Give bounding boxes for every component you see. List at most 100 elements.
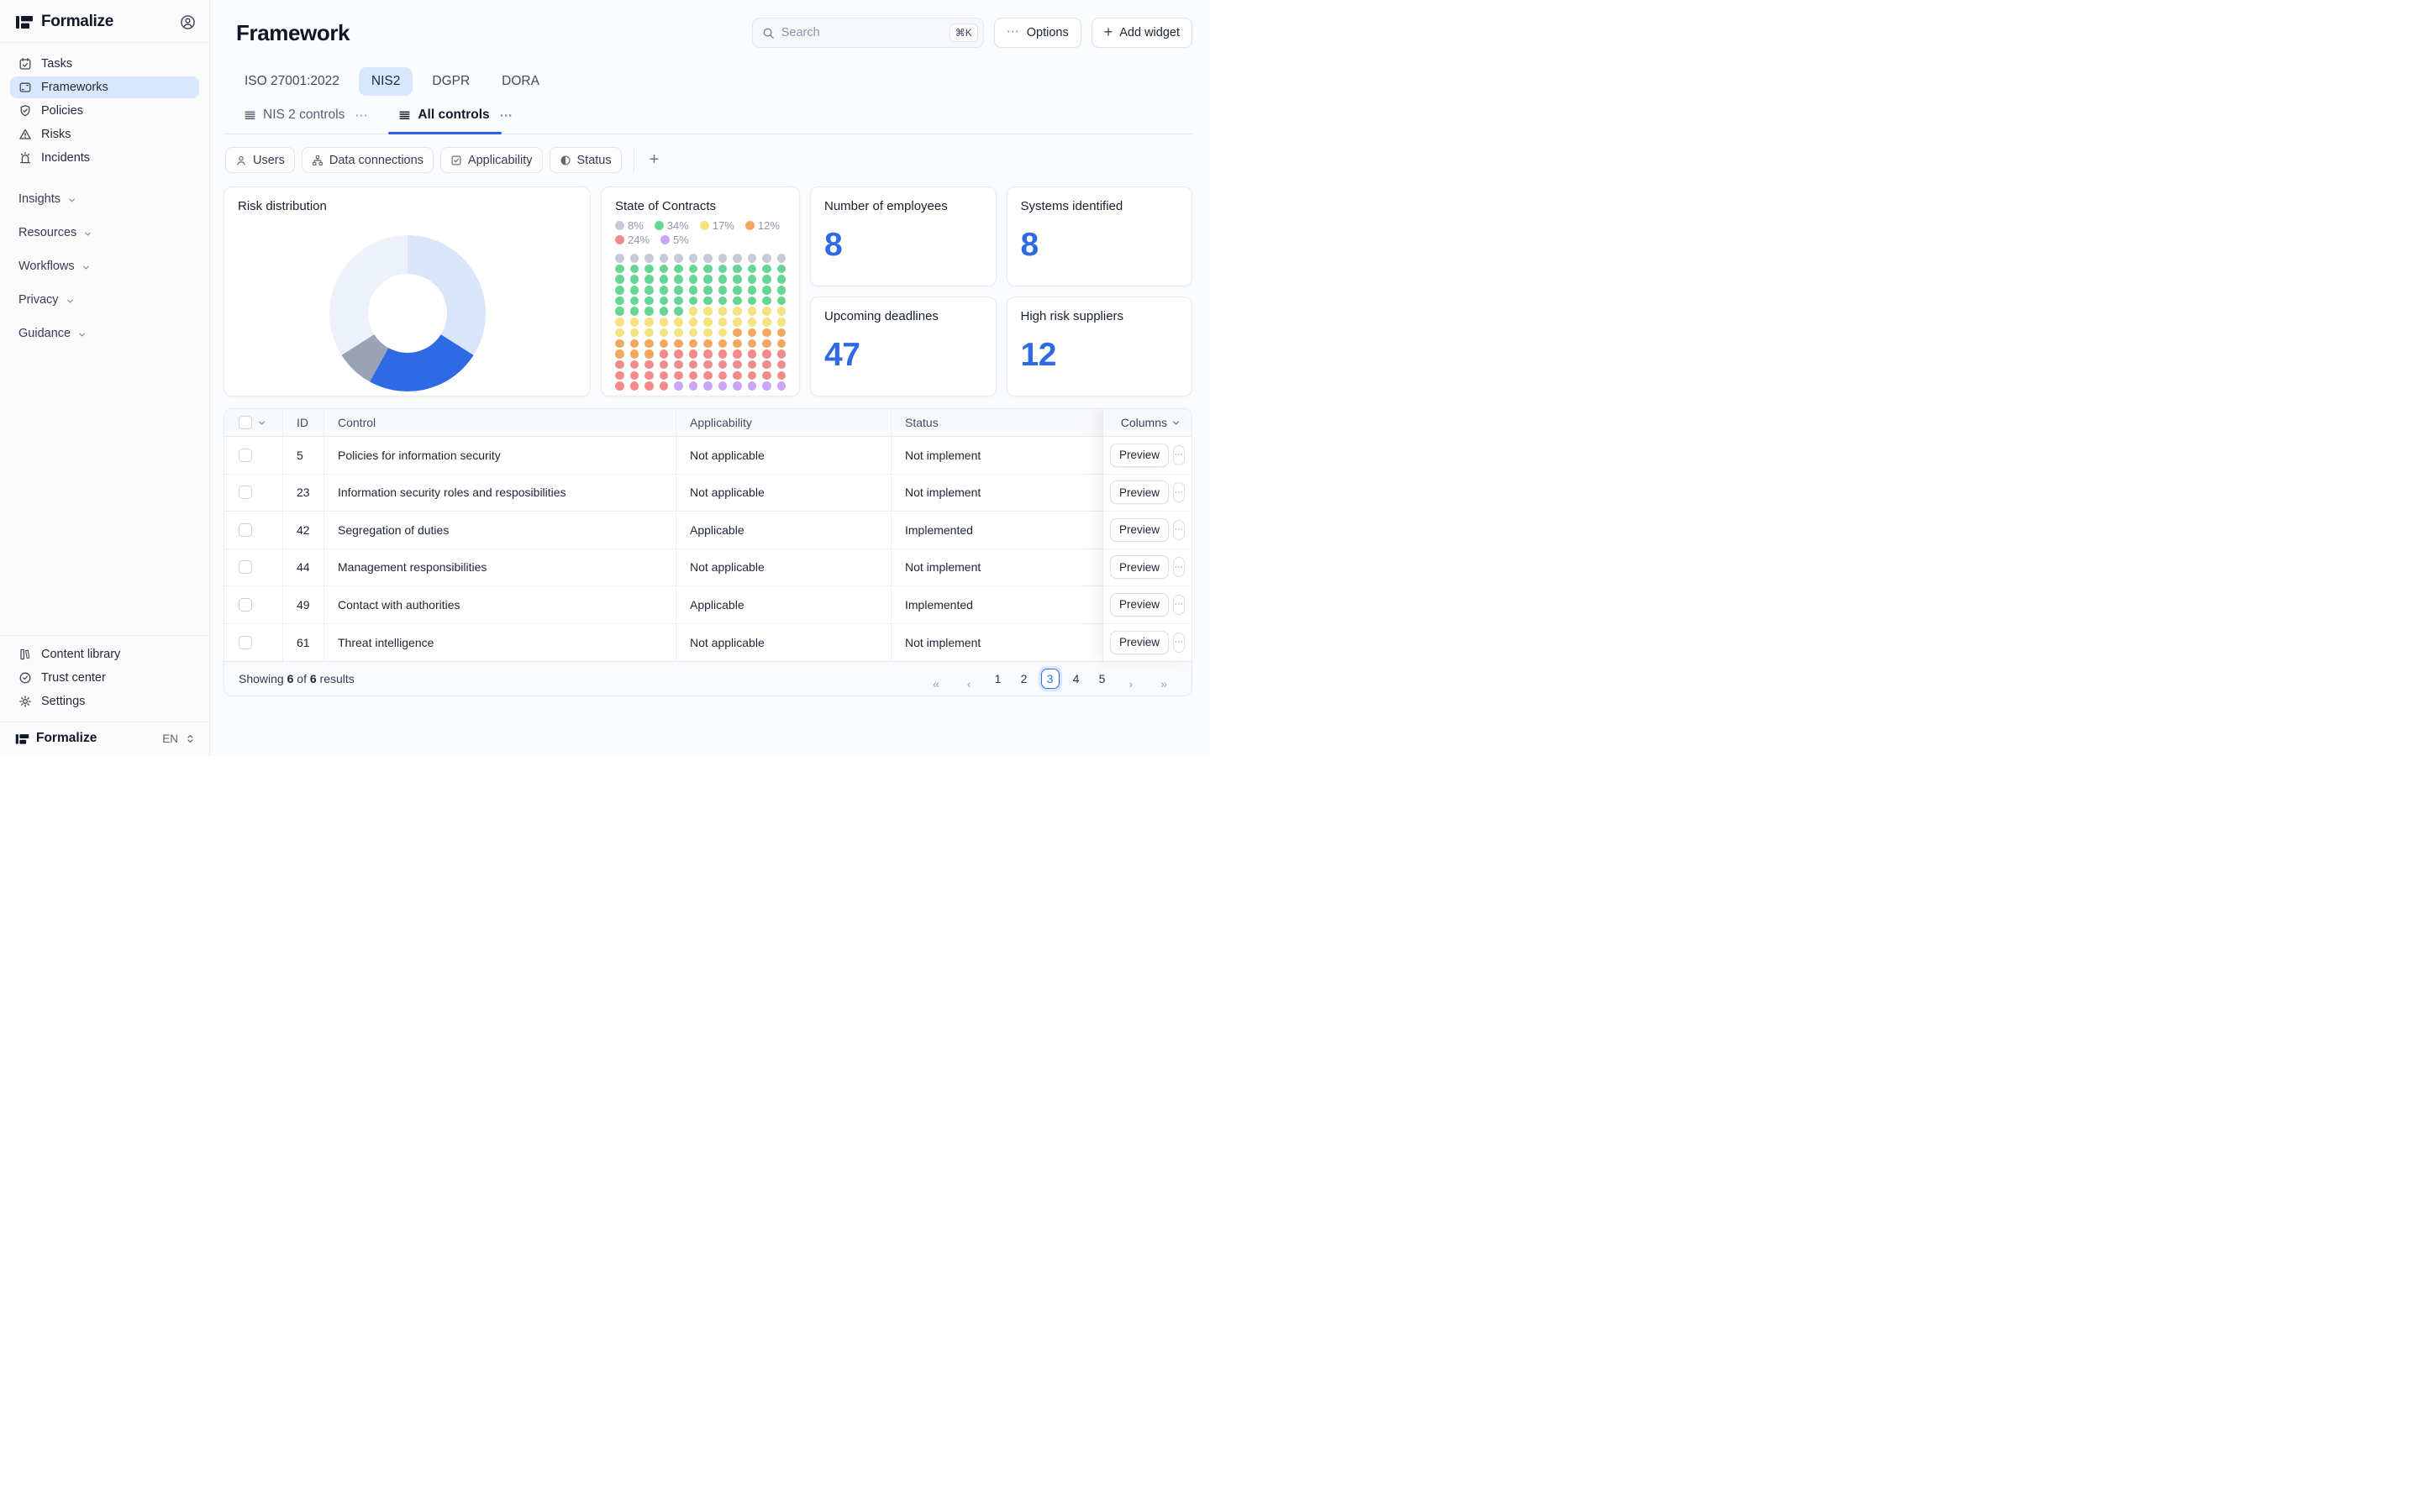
add-widget-button[interactable]: + Add widget xyxy=(1092,18,1192,48)
row-select-cell xyxy=(224,624,283,662)
column-header-id[interactable]: ID xyxy=(283,409,324,436)
results-summary: Showing 6 of 6 results xyxy=(239,672,923,685)
language-selector-icon[interactable] xyxy=(185,733,196,744)
user-account-icon[interactable] xyxy=(180,14,196,30)
sidebar-group-guidance[interactable]: Guidance xyxy=(18,317,191,350)
sidebar: Formalize TasksFrameworksPoliciesRisks In… xyxy=(0,0,210,756)
contract-dot xyxy=(689,371,698,381)
footer-logo-text: Formalize xyxy=(36,731,155,746)
contract-dot xyxy=(777,318,786,327)
row-checkbox[interactable] xyxy=(239,598,252,612)
page-button-3[interactable]: 3 xyxy=(1041,669,1060,689)
subtab-all-controls[interactable]: All controls⋯ xyxy=(388,108,523,134)
sidebar-group-resources[interactable]: Resources xyxy=(18,216,191,249)
tab-iso-27001-2022[interactable]: ISO 27001:2022 xyxy=(232,67,352,96)
contract-dot xyxy=(689,328,698,338)
contract-dot xyxy=(630,275,639,284)
sidebar-item-policies[interactable]: Policies xyxy=(10,100,199,122)
contract-dot xyxy=(748,307,757,316)
filter-chip-applicability[interactable]: Applicability xyxy=(440,147,543,173)
row-more-button[interactable]: ⋯ xyxy=(1173,557,1185,577)
column-header-applicability[interactable]: Applicability xyxy=(676,409,892,436)
subtab-nis-2-controls[interactable]: NIS 2 controls⋯ xyxy=(234,108,378,134)
formalize-logo-icon xyxy=(15,732,29,746)
last-page-button[interactable]: » xyxy=(1150,669,1177,689)
contract-dot xyxy=(689,286,698,295)
cell-status: Not implement xyxy=(892,437,1104,474)
cell-applicability: Applicable xyxy=(676,512,892,549)
risk-donut-chart xyxy=(329,235,486,391)
select-all-checkbox[interactable] xyxy=(239,416,252,429)
search-input[interactable] xyxy=(781,26,943,39)
next-page-button[interactable]: › xyxy=(1119,669,1144,689)
preview-button[interactable]: Preview xyxy=(1110,555,1169,579)
first-page-button[interactable]: « xyxy=(923,669,950,689)
sidebar-item-trust-center[interactable]: Trust center xyxy=(10,667,199,689)
row-more-button[interactable]: ⋯ xyxy=(1173,520,1185,540)
chevron-down-icon[interactable] xyxy=(257,418,266,428)
sidebar-group-insights[interactable]: Insights xyxy=(18,182,191,216)
chevron-down-icon xyxy=(67,196,76,205)
preview-button[interactable]: Preview xyxy=(1110,480,1169,504)
tab-dgpr[interactable]: DGPR xyxy=(419,67,482,96)
row-checkbox[interactable] xyxy=(239,523,252,537)
search-box[interactable]: ⌘K xyxy=(752,18,984,48)
column-header-status[interactable]: Status xyxy=(892,409,1104,436)
contract-dot xyxy=(615,360,624,370)
stat-label: Upcoming deadlines xyxy=(824,309,982,323)
page-button-2[interactable]: 2 xyxy=(1015,669,1034,689)
row-more-button[interactable]: ⋯ xyxy=(1173,445,1185,465)
tab-nis2[interactable]: NIS2 xyxy=(359,67,413,96)
tab-more-icon[interactable]: ⋯ xyxy=(500,108,513,123)
preview-button[interactable]: Preview xyxy=(1110,518,1169,542)
row-more-button[interactable]: ⋯ xyxy=(1173,482,1185,502)
sidebar-group-privacy[interactable]: Privacy xyxy=(18,283,191,317)
contract-dot xyxy=(689,307,698,316)
contract-dot xyxy=(733,318,742,327)
preview-button[interactable]: Preview xyxy=(1110,593,1169,617)
column-header-control[interactable]: Control xyxy=(324,409,676,436)
sidebar-item-content-library[interactable]: Content library xyxy=(10,643,199,665)
contract-dot xyxy=(660,349,669,359)
options-button[interactable]: ⋯ Options xyxy=(994,18,1081,48)
page-button-4[interactable]: 4 xyxy=(1067,669,1086,689)
filter-chip-data-connections[interactable]: Data connections xyxy=(302,147,434,173)
sidebar-item-incidents[interactable]: Incidents xyxy=(10,147,199,169)
prev-page-button[interactable]: ‹ xyxy=(957,669,981,689)
table-row: 5Policies for information securityNot ap… xyxy=(224,437,1192,475)
sidebar-item-frameworks[interactable]: Frameworks xyxy=(10,76,199,98)
contract-dot xyxy=(674,286,683,295)
filter-chip-users[interactable]: Users xyxy=(225,147,295,173)
preview-button[interactable]: Preview xyxy=(1110,631,1169,654)
sidebar-group-workflows[interactable]: Workflows xyxy=(18,249,191,283)
cell-status: Not implement xyxy=(892,549,1104,586)
contract-dot xyxy=(674,339,683,349)
row-more-button[interactable]: ⋯ xyxy=(1173,633,1185,653)
contract-dot xyxy=(703,307,713,316)
filter-chip-status[interactable]: Status xyxy=(550,147,622,173)
stat-value: 12 xyxy=(1021,337,1179,374)
contract-dot xyxy=(660,328,669,338)
columns-menu-button[interactable]: Columns xyxy=(1103,409,1192,437)
sidebar-item-label: Incidents xyxy=(41,151,90,165)
row-checkbox[interactable] xyxy=(239,636,252,649)
row-checkbox[interactable] xyxy=(239,449,252,462)
sidebar-item-settings[interactable]: Settings xyxy=(10,690,199,712)
row-checkbox[interactable] xyxy=(239,486,252,499)
sidebar-item-risks[interactable]: Risks xyxy=(10,123,199,145)
contract-dot xyxy=(674,265,683,274)
sidebar-item-tasks[interactable]: Tasks xyxy=(10,53,199,75)
contract-dot xyxy=(660,307,669,316)
tab-dora[interactable]: DORA xyxy=(489,67,552,96)
contract-dot xyxy=(689,318,698,327)
sidebar-groups: InsightsResourcesWorkflowsPrivacyGuidanc… xyxy=(0,171,209,350)
stat-card-number-of-employees: Number of employees8 xyxy=(810,186,997,286)
row-more-button[interactable]: ⋯ xyxy=(1173,595,1185,615)
page-button-1[interactable]: 1 xyxy=(989,669,1007,689)
page-button-5[interactable]: 5 xyxy=(1093,669,1112,689)
preview-button[interactable]: Preview xyxy=(1110,444,1169,467)
row-checkbox[interactable] xyxy=(239,560,252,574)
tab-more-icon[interactable]: ⋯ xyxy=(355,108,368,123)
add-filter-button[interactable]: + xyxy=(644,150,665,170)
legend-item-red: 24% xyxy=(615,234,650,246)
